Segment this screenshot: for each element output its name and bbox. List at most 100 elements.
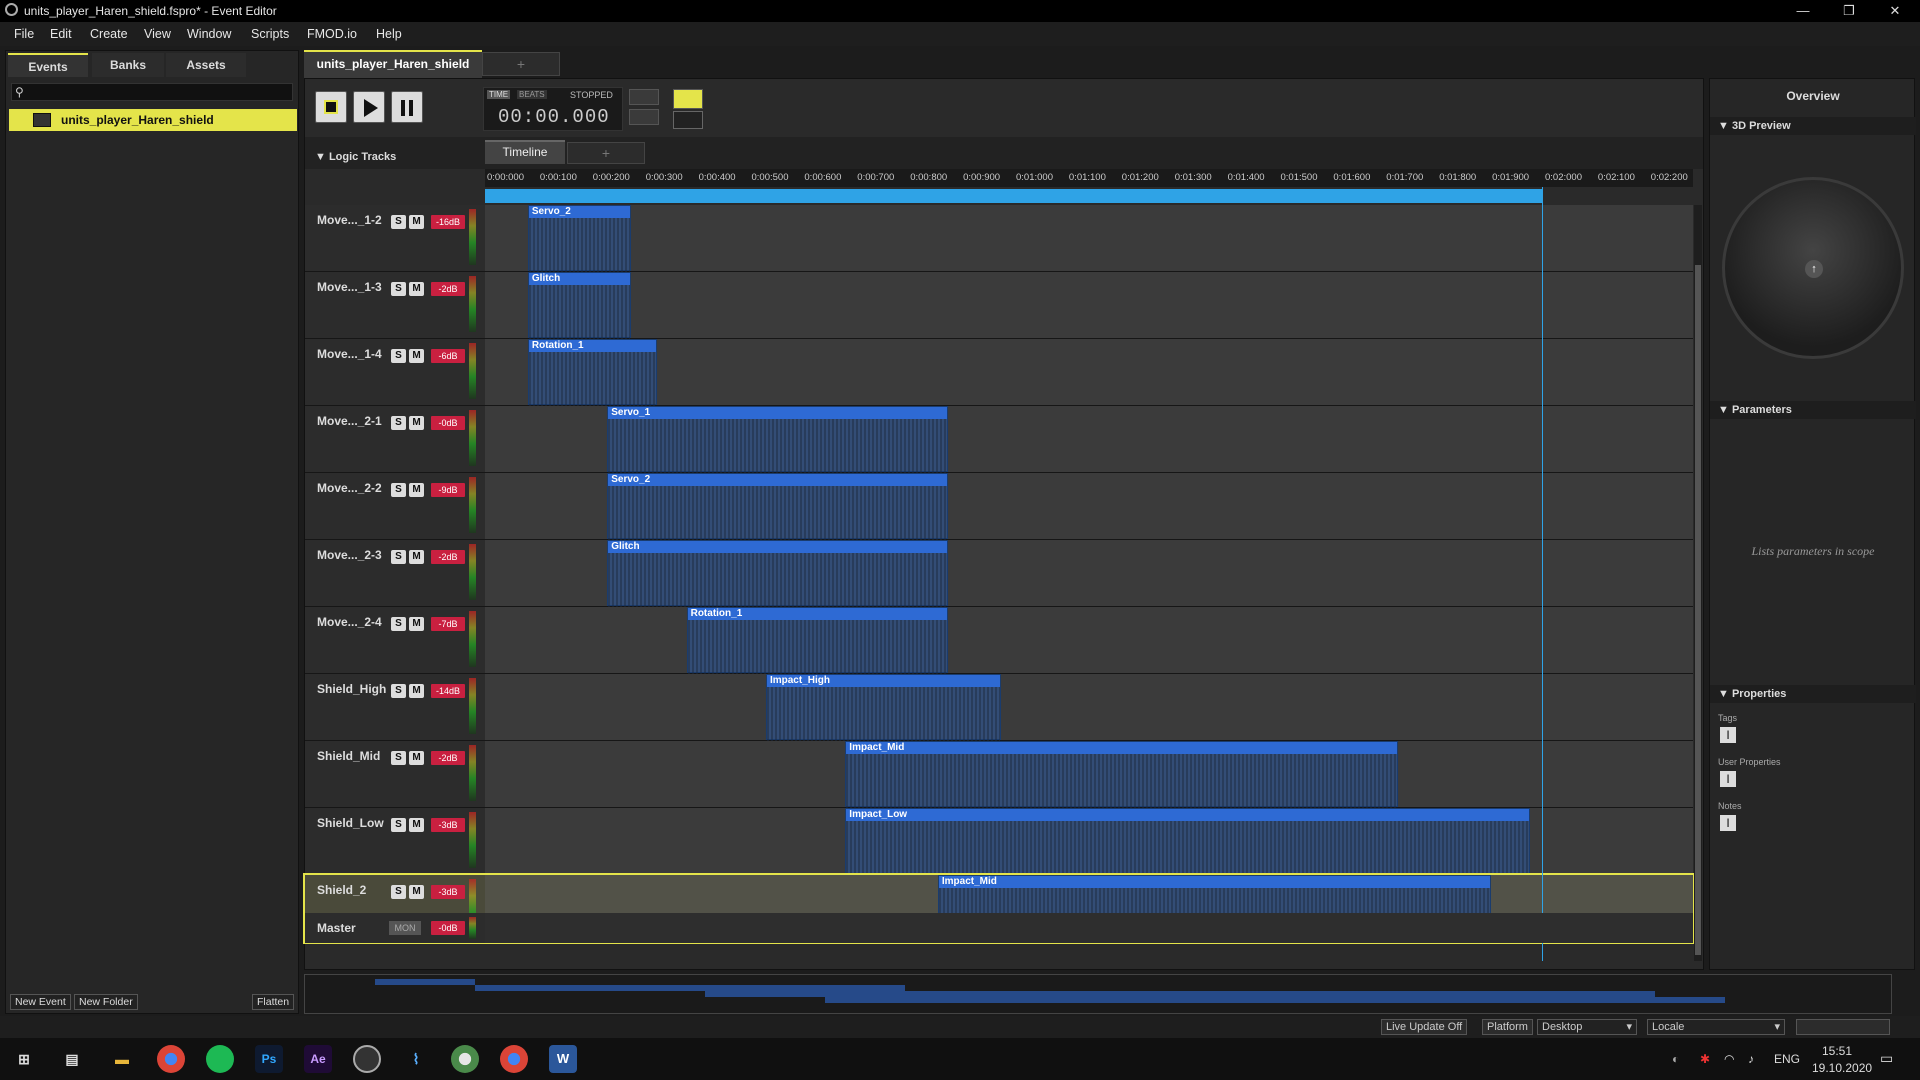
flatten-button[interactable]: Flatten [252, 994, 295, 1010]
track-row[interactable]: Shield_Mid S M -2dB Impact_Mid [305, 741, 1693, 808]
track-row[interactable]: Shield_High S M -14dB Impact_High [305, 674, 1693, 741]
tab-event-editor[interactable]: units_player_Haren_shield [304, 50, 482, 78]
follow-button[interactable] [629, 109, 659, 125]
after-effects-icon[interactable]: Ae [304, 1045, 332, 1073]
mute-button[interactable]: M [409, 349, 424, 363]
windows-start-icon[interactable]: ⊞ [10, 1045, 38, 1073]
track-volume[interactable]: -3dB [431, 818, 465, 832]
menu-help[interactable]: Help [376, 27, 402, 41]
menu-view[interactable]: View [144, 27, 171, 41]
master-volume[interactable]: -0dB [431, 921, 465, 935]
solo-button[interactable]: S [391, 416, 406, 430]
menu-edit[interactable]: Edit [50, 27, 72, 41]
audio-clip[interactable]: Glitch [527, 272, 632, 339]
mixer-view-icon[interactable] [673, 111, 703, 129]
file-explorer-icon[interactable]: ▬ [108, 1045, 136, 1073]
timeline-overview[interactable] [304, 974, 1892, 1014]
solo-button[interactable]: S [391, 818, 406, 832]
close-icon[interactable]: ✕ [1872, 2, 1918, 20]
audio-clip[interactable]: Impact_Low [845, 808, 1531, 875]
solo-button[interactable]: S [391, 751, 406, 765]
track-lane[interactable]: Glitch [485, 540, 1693, 607]
3d-preview-sphere[interactable]: ↑ [1722, 177, 1904, 359]
task-view-icon[interactable]: ▤ [58, 1045, 86, 1073]
tab-assets[interactable]: Assets [166, 53, 246, 77]
mute-button[interactable]: M [409, 751, 424, 765]
mute-button[interactable]: M [409, 282, 424, 296]
notes-edit-icon[interactable]: I [1720, 815, 1736, 831]
photoshop-icon[interactable]: Ps [255, 1045, 283, 1073]
track-lane[interactable]: Rotation_1 [485, 339, 1693, 406]
track-volume[interactable]: -2dB [431, 282, 465, 296]
spotify-icon[interactable] [206, 1045, 234, 1073]
tags-edit-icon[interactable]: I [1720, 727, 1736, 743]
audio-clip[interactable]: Rotation_1 [686, 607, 949, 674]
scrollbar-thumb[interactable] [1695, 265, 1701, 955]
solo-button[interactable]: S [391, 885, 406, 899]
chrome-profile-icon[interactable] [500, 1045, 528, 1073]
track-volume[interactable]: -6dB [431, 349, 465, 363]
logic-tracks-label[interactable]: ▼ Logic Tracks [315, 151, 396, 163]
app-icon[interactable]: ⌇ [402, 1045, 430, 1073]
mute-button[interactable]: M [409, 684, 424, 698]
track-row[interactable]: Shield_Low S M -3dB Impact_Low [305, 808, 1693, 875]
mute-button[interactable]: M [409, 617, 424, 631]
solo-button[interactable]: S [391, 215, 406, 229]
track-lane[interactable]: Impact_Low [485, 808, 1693, 875]
track-lane[interactable]: Impact_High [485, 674, 1693, 741]
clock-time[interactable]: 15:51 [1822, 1044, 1852, 1058]
loop-button[interactable] [629, 89, 659, 105]
fmod-studio-icon[interactable] [353, 1045, 381, 1073]
audio-clip[interactable]: Impact_High [765, 674, 1002, 741]
mute-button[interactable]: M [409, 885, 424, 899]
new-event-button[interactable]: New Event [10, 994, 71, 1010]
track-volume[interactable]: -0dB [431, 416, 465, 430]
live-update-button[interactable]: Live Update Off [1381, 1019, 1468, 1035]
audio-clip[interactable]: Glitch [607, 540, 949, 607]
user-properties-edit-icon[interactable]: I [1720, 771, 1736, 787]
track-lane[interactable]: Rotation_1 [485, 607, 1693, 674]
menu-scripts[interactable]: Scripts [251, 27, 289, 41]
track-row[interactable]: Move..._1-2 S M -16dB Servo_2 [305, 205, 1693, 272]
audio-clip[interactable]: Servo_1 [607, 406, 949, 473]
menu-create[interactable]: Create [90, 27, 128, 41]
menu-fmodio[interactable]: FMOD.io [307, 27, 357, 41]
wifi-icon[interactable]: ◠ [1724, 1052, 1734, 1066]
track-volume[interactable]: -14dB [431, 684, 465, 698]
solo-button[interactable]: S [391, 483, 406, 497]
time-mode-button[interactable]: TIME [487, 90, 511, 99]
track-row[interactable]: Move..._2-1 S M -0dB Servo_1 [305, 406, 1693, 473]
volume-icon[interactable]: ♪ [1748, 1052, 1754, 1066]
audio-clip[interactable]: Servo_2 [527, 205, 632, 272]
mute-button[interactable]: M [409, 215, 424, 229]
track-volume[interactable]: -7dB [431, 617, 465, 631]
audio-clip[interactable]: Rotation_1 [527, 339, 658, 406]
tab-events[interactable]: Events [8, 53, 88, 77]
loop-end-marker[interactable] [1542, 187, 1543, 961]
add-tab-button[interactable]: + [482, 52, 560, 76]
solo-button[interactable]: S [391, 684, 406, 698]
minimize-icon[interactable]: — [1780, 2, 1826, 20]
track-row[interactable]: Move..._2-3 S M -2dB Glitch [305, 540, 1693, 607]
browser-icon[interactable] [451, 1045, 479, 1073]
audio-clip[interactable]: Servo_2 [607, 473, 949, 540]
clock-date[interactable]: 19.10.2020 [1812, 1061, 1872, 1075]
track-lane[interactable]: Servo_1 [485, 406, 1693, 473]
notifications-icon[interactable]: ▭ [1880, 1050, 1893, 1067]
mute-button[interactable]: M [409, 416, 424, 430]
track-lane[interactable]: Impact_Mid [485, 741, 1693, 808]
tray-app-icon[interactable]: ✱ [1700, 1052, 1710, 1066]
track-volume[interactable]: -9dB [431, 483, 465, 497]
language-indicator[interactable]: ENG [1774, 1052, 1800, 1066]
menu-file[interactable]: File [14, 27, 34, 41]
listener-icon[interactable]: ↑ [1805, 260, 1823, 278]
track-row[interactable]: Move..._2-2 S M -9dB Servo_2 [305, 473, 1693, 540]
loop-region[interactable] [485, 189, 1542, 203]
word-icon[interactable]: W [549, 1045, 577, 1073]
tab-timeline[interactable]: Timeline [485, 140, 565, 164]
tab-banks[interactable]: Banks [92, 53, 164, 77]
beats-mode-button[interactable]: BEATS [517, 90, 547, 99]
track-row[interactable]: Move..._2-4 S M -7dB Rotation_1 [305, 607, 1693, 674]
search-input[interactable]: ⚲ [11, 83, 293, 101]
tracks-scrollbar[interactable] [1694, 205, 1702, 961]
